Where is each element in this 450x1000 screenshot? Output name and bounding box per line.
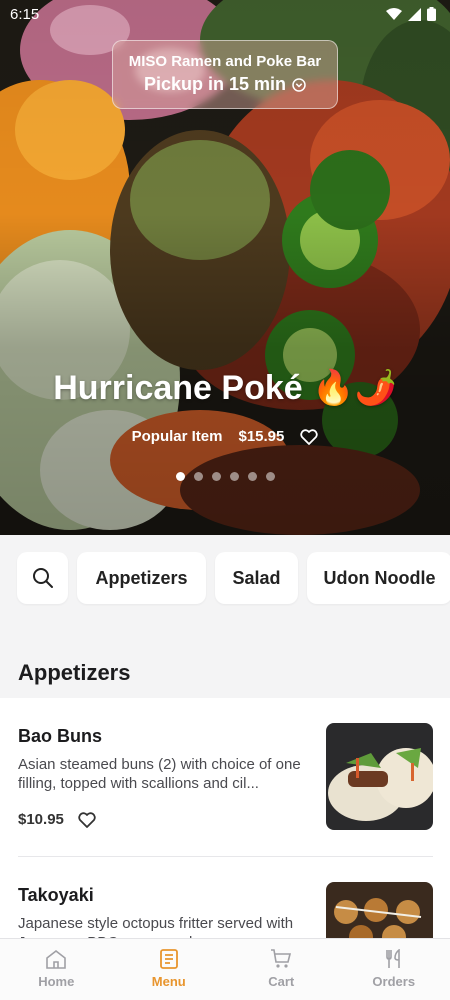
- nav-label: Menu: [151, 974, 186, 989]
- store-name: MISO Ramen and Poke Bar: [128, 53, 322, 70]
- category-bar: Appetizers Salad Udon Noodle: [17, 552, 450, 604]
- search-button[interactable]: [17, 552, 68, 604]
- carousel-dot[interactable]: [229, 472, 239, 481]
- featured-title: Hurricane Poké 🔥🌶️: [53, 369, 397, 407]
- carousel-dot[interactable]: [193, 472, 203, 481]
- wifi-icon: [386, 7, 402, 20]
- item-description: Asian steamed buns (2) with choice of on…: [18, 756, 301, 792]
- nav-menu[interactable]: Menu: [113, 939, 226, 1000]
- status-bar: 6:15: [0, 0, 450, 28]
- item-title: Bao Buns: [18, 726, 103, 746]
- category-chip-salad[interactable]: Salad: [215, 552, 298, 604]
- pickup-label: Pickup in 15 min: [143, 74, 287, 94]
- nav-label: Orders: [372, 974, 416, 989]
- item-divider: [18, 856, 433, 857]
- search-icon: [32, 568, 53, 588]
- bottom-nav: Home Menu Cart Orders: [0, 938, 450, 1000]
- nav-orders[interactable]: Orders: [338, 939, 450, 1000]
- carousel-dot[interactable]: [175, 472, 185, 481]
- carousel-dots: [0, 472, 450, 481]
- menu-icon: [159, 949, 178, 969]
- item-price: $10.95: [18, 811, 64, 828]
- signal-icon: [408, 7, 421, 21]
- carousel-dot[interactable]: [211, 472, 221, 481]
- item-image: [326, 882, 433, 938]
- nav-cart[interactable]: Cart: [225, 939, 338, 1000]
- battery-icon: [427, 7, 436, 21]
- nav-label: Cart: [268, 974, 295, 989]
- carousel-dot[interactable]: [247, 472, 257, 481]
- category-chip-appetizers[interactable]: Appetizers: [77, 552, 206, 604]
- featured-tag: Popular Item: [131, 428, 223, 445]
- cart-icon: [271, 949, 292, 968]
- home-icon: [46, 949, 67, 969]
- nav-home[interactable]: Home: [0, 939, 113, 1000]
- heart-icon[interactable]: [300, 428, 319, 445]
- status-time: 6:15: [10, 5, 40, 23]
- featured-price: $15.95: [238, 428, 285, 445]
- item-image: [326, 723, 433, 830]
- featured-meta: Popular Item $15.95: [0, 428, 450, 445]
- pickup-time: Pickup in 15 min: [113, 74, 337, 95]
- nav-label: Home: [38, 974, 75, 989]
- section-title: Appetizers: [18, 660, 131, 685]
- featured-hero[interactable]: 6:15 MISO Ramen and Poke Bar Pickup in 1…: [0, 0, 450, 535]
- carousel-dot[interactable]: [265, 472, 275, 481]
- item-description: Japanese style octopus fritter served wi…: [18, 915, 294, 938]
- heart-icon[interactable]: [78, 811, 96, 828]
- utensils-icon: [385, 949, 400, 968]
- category-chip-udon-noodle[interactable]: Udon Noodle: [307, 552, 450, 604]
- menu-item-list: Bao Buns Asian steamed buns (2) with cho…: [0, 698, 450, 938]
- item-title: Takoyaki: [18, 885, 94, 905]
- store-selector[interactable]: MISO Ramen and Poke Bar Pickup in 15 min: [112, 40, 338, 109]
- chevron-down-circle-icon: [292, 77, 306, 92]
